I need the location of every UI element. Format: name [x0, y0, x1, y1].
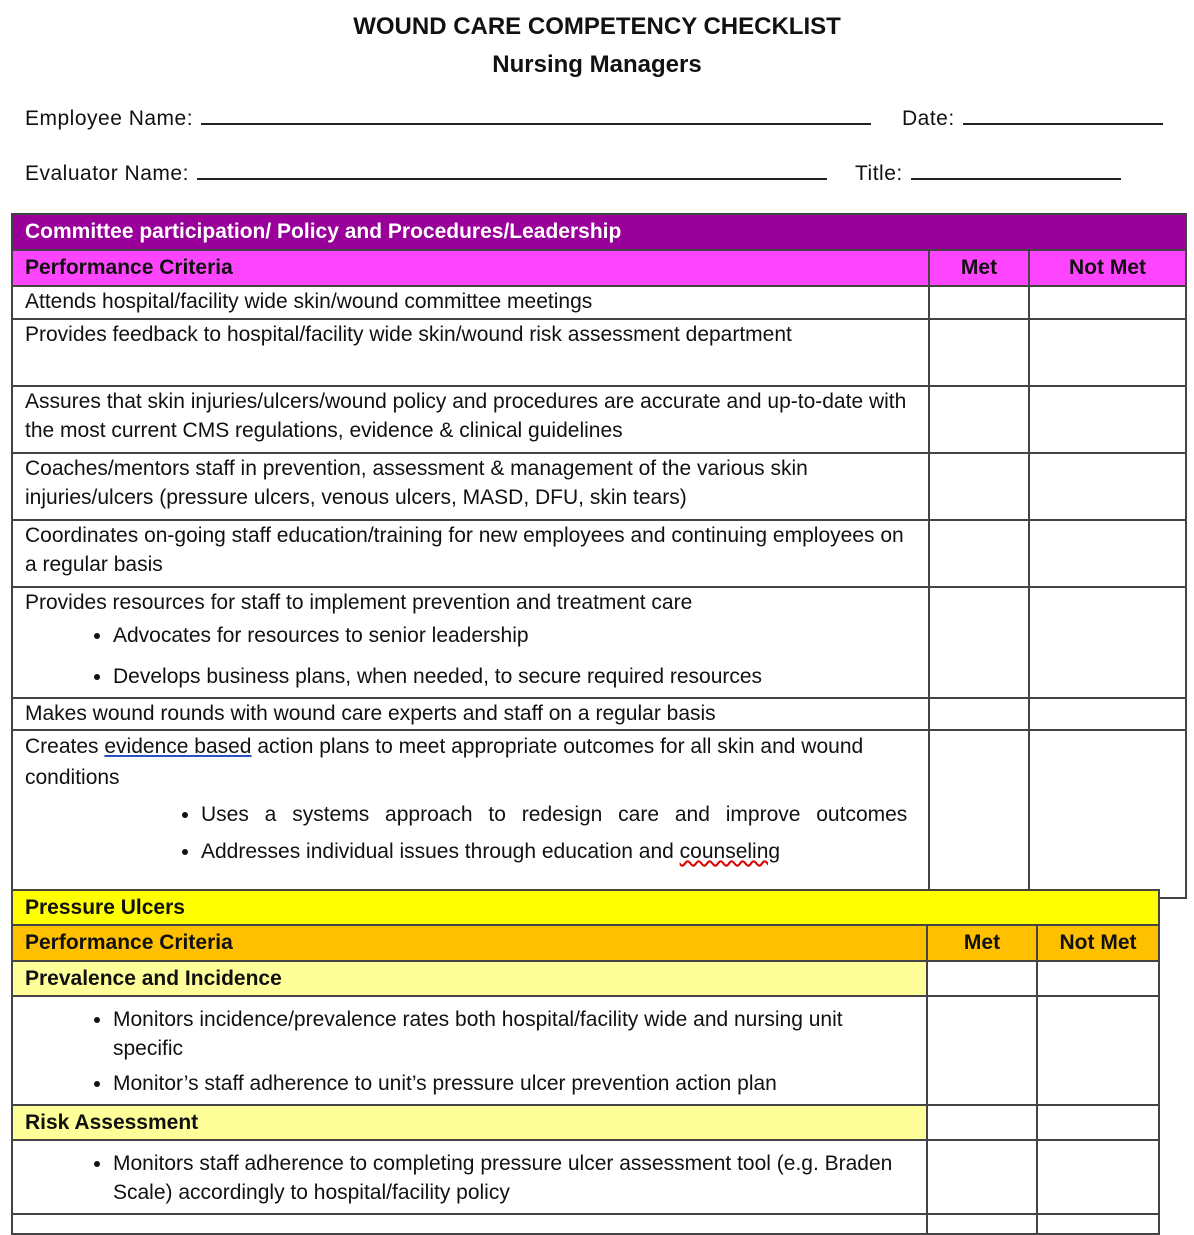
evaluator-name-label: Evaluator Name: — [25, 162, 189, 185]
met-cell[interactable] — [928, 586, 1030, 699]
not-met-cell[interactable] — [1036, 960, 1160, 997]
bullet-item: Monitors staff adherence to completing p… — [113, 1149, 914, 1207]
document-subtitle: Nursing Managers — [492, 51, 702, 78]
criteria-text: Provides resources for staff to implemen… — [25, 591, 693, 614]
not-met-header: Not Met — [1036, 924, 1160, 962]
not-met-cell[interactable] — [1027, 586, 1188, 699]
met-cell[interactable] — [928, 285, 1030, 320]
not-met-cell[interactable] — [1027, 285, 1188, 320]
criteria-cell: Coordinates on-going staff education/tra… — [11, 519, 930, 588]
title-line — [910, 177, 1121, 180]
met-header: Met — [926, 924, 1038, 962]
met-cell[interactable] — [928, 452, 1030, 521]
bullet-item: Monitors incidence/prevalence rates both… — [113, 1005, 914, 1063]
criteria-header: Performance Criteria — [11, 249, 930, 287]
not-met-cell[interactable] — [1027, 519, 1188, 588]
date-label: Date: — [902, 107, 955, 130]
spelling-underline-text: counseling — [679, 840, 781, 863]
document-title: WOUND CARE COMPETENCY CHECKLIST — [353, 13, 841, 40]
met-cell[interactable] — [928, 318, 1030, 387]
met-cell[interactable] — [926, 960, 1038, 997]
met-header: Met — [928, 249, 1030, 287]
employee-name-line — [201, 122, 872, 125]
met-cell[interactable] — [926, 1139, 1038, 1215]
not-met-cell[interactable] — [1027, 729, 1188, 899]
bullet-item: Develops business plans, when needed, to… — [113, 662, 916, 691]
subsection-prevalence: Prevalence and Incidence — [11, 960, 928, 997]
evaluator-name-line — [196, 177, 827, 180]
criteria-text: Creates evidence based action plans to m… — [25, 731, 916, 793]
employee-name-field: Employee Name: — [25, 107, 872, 131]
not-met-cell[interactable] — [1027, 452, 1188, 521]
criteria-cell: Provides resources for staff to implemen… — [11, 586, 930, 699]
not-met-cell[interactable] — [1036, 1104, 1160, 1141]
not-met-cell[interactable] — [1036, 995, 1160, 1106]
text-part: Creates — [25, 735, 105, 758]
criteria-header: Performance Criteria — [11, 924, 928, 962]
met-cell[interactable] — [926, 1104, 1038, 1141]
criteria-cell: Creates evidence based action plans to m… — [11, 729, 930, 899]
not-met-header: Not Met — [1027, 249, 1188, 287]
not-met-cell[interactable] — [1027, 385, 1188, 454]
title-label: Title: — [855, 162, 903, 185]
not-met-cell[interactable] — [1036, 1139, 1160, 1215]
employee-name-label: Employee Name: — [25, 107, 194, 130]
subsection-risk-assessment: Risk Assessment — [11, 1104, 928, 1141]
criteria-cell: Monitors staff adherence to completing p… — [11, 1139, 928, 1215]
pressure-ulcers-table: Pressure Ulcers Performance Criteria Met N… — [11, 889, 1160, 1235]
evaluator-name-field: Evaluator Name: — [25, 162, 827, 186]
date-field: Date: — [902, 107, 1163, 131]
grammar-underline-text: evidence based — [104, 735, 252, 758]
criteria-cell: Attends hospital/facility wide skin/woun… — [11, 285, 930, 320]
not-met-cell[interactable] — [1027, 697, 1188, 731]
committee-table: Committee participation/ Policy and Proc… — [10, 213, 1188, 899]
criteria-cell: Monitors incidence/prevalence rates both… — [11, 995, 928, 1106]
bullet-item: Uses a systems approach to redesign care… — [201, 799, 916, 830]
met-cell[interactable] — [928, 385, 1030, 454]
not-met-cell[interactable] — [1027, 318, 1188, 387]
criteria-cell: Assures that skin injuries/ulcers/wound … — [11, 385, 930, 454]
text-part: Addresses individual issues through educ… — [201, 840, 680, 863]
criteria-cell: Makes wound rounds with wound care exper… — [11, 697, 930, 731]
date-line — [962, 122, 1163, 125]
not-met-cell[interactable] — [1036, 1213, 1160, 1235]
met-cell[interactable] — [928, 519, 1030, 588]
section-header: Pressure Ulcers — [11, 889, 1160, 926]
criteria-cell: Provides feedback to hospital/facility w… — [11, 318, 930, 387]
met-cell[interactable] — [928, 697, 1030, 731]
bullet-item: Advocates for resources to senior leader… — [113, 621, 916, 650]
criteria-cell: Coaches/mentors staff in prevention, ass… — [11, 452, 930, 521]
met-cell[interactable] — [926, 1213, 1038, 1235]
section-header: Committee participation/ Policy and Proc… — [10, 213, 1188, 251]
met-cell[interactable] — [928, 729, 1030, 899]
title-field: Title: — [855, 162, 1121, 186]
bullet-item: Addresses individual issues through educ… — [201, 836, 916, 867]
met-cell[interactable] — [926, 995, 1038, 1106]
bullet-item: Monitor’s staff adherence to unit’s pres… — [113, 1069, 914, 1098]
criteria-cell — [11, 1213, 928, 1235]
